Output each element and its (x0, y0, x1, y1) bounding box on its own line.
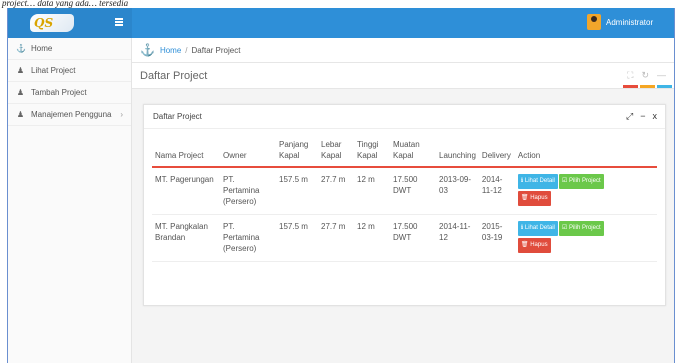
sidebar-item-label: Lihat Project (31, 66, 76, 75)
cell-launching: 2013-09-03 (439, 175, 472, 195)
accent-blue (657, 85, 672, 88)
cell-action: ℹ Lihat Detail ☑ Pilih Project 🗑 Hapus (515, 167, 657, 215)
sidebar-item-label: Manajemen Pengguna (31, 110, 112, 119)
sidebar-item-lihat-project[interactable]: ♟ Lihat Project (8, 60, 131, 82)
page-header: Daftar Project ⛶ ↻ — (132, 63, 674, 89)
pilih-project-label: Pilih Project (568, 178, 601, 184)
cell-delivery: 2014-11-12 (481, 175, 503, 195)
cell-lebar: 27.7 m (321, 222, 346, 231)
panel-tools: ⤢ − x (626, 111, 657, 122)
col-lebar-kapal[interactable]: Lebar Kapal (318, 136, 354, 167)
logo[interactable]: QS (30, 14, 74, 32)
top-navbar: QS Administrator (8, 8, 674, 38)
page-title: Daftar Project (140, 69, 208, 82)
pilih-project-button[interactable]: ☑ Pilih Project (558, 221, 604, 236)
cell-owner: PT. Pertamina (Persero) (223, 175, 260, 206)
sidebar-item-label: Home (31, 44, 53, 53)
col-tinggi-kapal[interactable]: Tinggi Kapal (354, 136, 390, 167)
col-panjang-kapal[interactable]: Panjang Kapal (276, 136, 318, 167)
minimize-icon[interactable]: — (657, 70, 666, 81)
project-panel: Daftar Project ⤢ − x Nama Project Owner … (143, 104, 666, 306)
cell-tinggi: 12 m (357, 222, 375, 231)
table-row: MT. Pagerungan PT. Pertamina (Persero) 1… (152, 167, 657, 215)
breadcrumb: ⚓ Home / Daftar Project (132, 38, 674, 63)
cell-muatan: 17.500 DWT (393, 175, 418, 195)
table-header-row: Nama Project Owner Panjang Kapal Lebar K… (152, 136, 657, 167)
cell-nama: MT. Pangkalan Brandan (155, 222, 208, 242)
pilih-project-button[interactable]: ☑ Pilih Project (558, 174, 604, 189)
lihat-detail-button[interactable]: ℹ Lihat Detail (517, 174, 558, 189)
hapus-button[interactable]: 🗑 Hapus (517, 238, 551, 253)
pilih-project-label: Pilih Project (568, 225, 601, 231)
breadcrumb-home-link[interactable]: Home (160, 46, 181, 55)
cell-panjang: 157.5 m (279, 175, 308, 184)
page-tools: ⛶ ↻ — (627, 70, 666, 81)
project-table: Nama Project Owner Panjang Kapal Lebar K… (152, 136, 657, 262)
user-name[interactable]: Administrator (606, 18, 653, 27)
col-delivery[interactable]: Delivery (479, 136, 515, 167)
cell-lebar: 27.7 m (321, 175, 346, 184)
refresh-icon[interactable]: ↻ (641, 70, 649, 81)
user-icon: ♟ (16, 66, 25, 75)
main-content: ⚓ Home / Daftar Project Daftar Project ⛶… (132, 38, 674, 363)
menu-toggle-icon[interactable] (115, 18, 123, 27)
lihat-detail-label: Lihat Detail (524, 225, 555, 231)
user-icon: ♟ (16, 88, 25, 97)
col-action: Action (517, 151, 541, 160)
hapus-button[interactable]: 🗑 Hapus (517, 191, 551, 206)
anchor-icon: ⚓ (16, 44, 26, 53)
breadcrumb-current: Daftar Project (191, 45, 241, 55)
brand-area: QS (8, 8, 132, 38)
user-avatar[interactable] (587, 14, 601, 30)
panel-header: Daftar Project ⤢ − x (144, 105, 665, 129)
hapus-label: Hapus (530, 195, 548, 201)
sidebar-item-tambah-project[interactable]: ♟ Tambah Project (8, 82, 131, 104)
chevron-right-icon: › (120, 110, 123, 119)
col-nama-project[interactable]: Nama Project (152, 136, 220, 167)
sidebar-item-manajemen-pengguna[interactable]: ♟ Manajemen Pengguna › (8, 104, 131, 126)
lihat-detail-button[interactable]: ℹ Lihat Detail (517, 221, 558, 236)
hapus-label: Hapus (530, 242, 548, 248)
sidebar: ⚓ Home ♟ Lihat Project ♟ Tambah Project … (8, 38, 132, 363)
col-owner[interactable]: Owner (220, 136, 276, 167)
cell-nama: MT. Pagerungan (155, 175, 214, 184)
app-window: QS Administrator ⚓ Home ♟ Lihat Project … (7, 8, 675, 363)
cell-action: ℹ Lihat Detail ☑ Pilih Project 🗑 Hapus (515, 215, 657, 262)
breadcrumb-separator: / (185, 45, 188, 55)
sidebar-item-label: Tambah Project (31, 88, 87, 97)
accent-bar (623, 85, 672, 88)
accent-red (623, 85, 638, 88)
cell-tinggi: 12 m (357, 175, 375, 184)
cell-launching: 2014-11-12 (439, 222, 471, 242)
cell-delivery: 2015-03-19 (481, 222, 503, 242)
panel-title: Daftar Project (153, 112, 202, 121)
cell-muatan: 17.500 DWT (393, 222, 418, 242)
document-caption: project… data yang ada… tersedia (2, 0, 129, 8)
sidebar-item-home[interactable]: ⚓ Home (8, 38, 131, 60)
accent-orange (640, 85, 655, 88)
cell-owner: PT. Pertamina (Persero) (223, 222, 260, 253)
table-row: MT. Pangkalan Brandan PT. Pertamina (Per… (152, 215, 657, 262)
collapse-icon[interactable]: − (640, 111, 645, 122)
lihat-detail-label: Lihat Detail (524, 178, 555, 184)
resize-icon[interactable]: ⤢ (626, 111, 633, 122)
close-icon[interactable]: x (653, 111, 658, 122)
col-muatan-kapal[interactable]: Muatan Kapal (390, 136, 436, 167)
col-launching[interactable]: Launching (436, 136, 479, 167)
user-icon: ♟ (16, 110, 25, 119)
expand-icon[interactable]: ⛶ (627, 70, 633, 81)
cell-panjang: 157.5 m (279, 222, 308, 231)
anchor-icon: ⚓ (140, 43, 155, 57)
